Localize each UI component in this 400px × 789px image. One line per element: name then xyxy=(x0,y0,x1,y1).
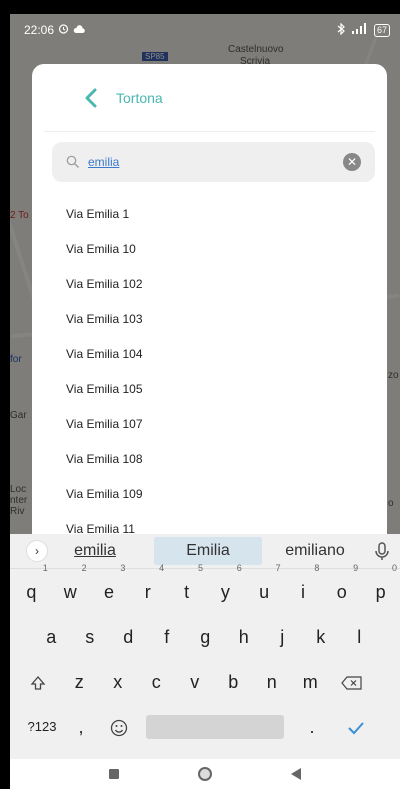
city-title: Tortona xyxy=(116,89,163,106)
key-number-hint: 6 xyxy=(236,562,242,573)
expand-toolbar-icon[interactable]: › xyxy=(26,540,48,562)
key-a[interactable]: a xyxy=(32,617,71,657)
key-label: q xyxy=(26,581,37,602)
key-q[interactable]: q1 xyxy=(12,563,51,612)
cloud-icon xyxy=(73,23,85,37)
comma-key[interactable]: , xyxy=(64,707,98,747)
keyboard-row-2: asdfghjkl xyxy=(10,614,400,659)
key-t[interactable]: t5 xyxy=(167,563,206,612)
key-s[interactable]: s xyxy=(71,617,110,657)
screen: SP85 Castelnuovo Scrivia 2 To for Gar Lo… xyxy=(10,14,400,789)
street-search-sheet: Tortona ✕ Via Emilia 1 Via Emilia 10 Via… xyxy=(32,64,387,534)
key-w[interactable]: w2 xyxy=(51,563,90,612)
keyboard-row-4: ?123 , . xyxy=(10,704,400,749)
key-l[interactable]: l xyxy=(340,617,379,657)
back-triangle-icon[interactable] xyxy=(290,768,301,780)
key-number-hint: 5 xyxy=(197,562,203,573)
home-icon[interactable] xyxy=(197,767,212,781)
key-label: p xyxy=(375,581,386,602)
key-c[interactable]: c xyxy=(137,662,176,702)
shift-key-icon[interactable] xyxy=(16,662,60,702)
search-input[interactable] xyxy=(88,155,343,169)
key-j[interactable]: j xyxy=(263,617,302,657)
system-nav-bar xyxy=(10,759,400,789)
key-k[interactable]: k xyxy=(302,617,341,657)
bluetooth-icon xyxy=(337,22,346,38)
key-number-hint: 7 xyxy=(275,562,281,573)
key-label: t xyxy=(184,581,190,602)
list-item[interactable]: Via Emilia 1 xyxy=(32,196,387,231)
key-label: w xyxy=(63,581,77,602)
key-r[interactable]: r4 xyxy=(128,563,167,612)
space-bar[interactable] xyxy=(146,714,284,739)
status-bar: 22:06 67 xyxy=(10,14,400,46)
list-item[interactable]: Via Emilia 108 xyxy=(32,441,387,476)
list-item[interactable]: Via Emilia 105 xyxy=(32,371,387,406)
list-item[interactable]: Via Emilia 107 xyxy=(32,406,387,441)
key-u[interactable]: u7 xyxy=(245,563,284,612)
key-m[interactable]: m xyxy=(291,662,330,702)
suggestion-3[interactable]: emiliano xyxy=(266,537,364,565)
signal-icon xyxy=(351,23,368,37)
keyboard-row-1: q1w2e3r4t5y6u7i8o9p0 xyxy=(10,563,400,614)
search-icon xyxy=(66,155,80,169)
results-list: Via Emilia 1 Via Emilia 10 Via Emilia 10… xyxy=(32,196,387,535)
key-h[interactable]: h xyxy=(225,617,264,657)
recent-apps-icon[interactable] xyxy=(109,769,120,779)
suggestion-strip: › emilia Emilia emiliano xyxy=(10,534,400,569)
list-item[interactable]: Via Emilia 104 xyxy=(32,336,387,371)
key-number-hint: 3 xyxy=(120,562,126,573)
key-label: u xyxy=(259,581,270,602)
key-n[interactable]: n xyxy=(253,662,292,702)
key-p[interactable]: p0 xyxy=(361,563,400,612)
back-chevron-icon[interactable] xyxy=(80,87,102,109)
backspace-key-icon[interactable] xyxy=(330,662,374,702)
suggestion-2[interactable]: Emilia xyxy=(154,537,262,565)
sheet-header: Tortona xyxy=(44,64,375,132)
list-item[interactable]: Via Emilia 10 xyxy=(32,231,387,266)
alarm-icon xyxy=(58,23,69,37)
search-bar[interactable]: ✕ xyxy=(52,142,375,182)
battery-indicator: 67 xyxy=(373,23,390,37)
key-e[interactable]: e3 xyxy=(90,563,129,612)
key-number-hint: 1 xyxy=(42,562,48,573)
soft-keyboard: › emilia Emilia emiliano q1w2e3r4t5y6u7i… xyxy=(10,534,400,759)
key-label: o xyxy=(336,581,347,602)
suggestion-1[interactable]: emilia xyxy=(48,537,142,565)
clear-search-icon[interactable]: ✕ xyxy=(343,153,361,171)
key-label: e xyxy=(103,581,114,602)
key-label: r xyxy=(144,581,151,602)
microphone-icon[interactable] xyxy=(372,541,392,561)
key-y[interactable]: y6 xyxy=(206,563,245,612)
key-x[interactable]: x xyxy=(99,662,138,702)
key-o[interactable]: o9 xyxy=(322,563,361,612)
status-time: 22:06 xyxy=(24,23,55,37)
key-label: y xyxy=(220,581,230,602)
period-key[interactable]: . xyxy=(290,707,334,747)
key-g[interactable]: g xyxy=(186,617,225,657)
keyboard-row-3: zxcvbnm xyxy=(10,659,400,704)
key-z[interactable]: z xyxy=(60,662,99,702)
key-number-hint: 2 xyxy=(81,562,87,573)
key-number-hint: 8 xyxy=(314,562,320,573)
list-item[interactable]: Via Emilia 11 xyxy=(32,511,387,535)
key-v[interactable]: v xyxy=(176,662,215,702)
list-item[interactable]: Via Emilia 103 xyxy=(32,301,387,336)
key-f[interactable]: f xyxy=(148,617,187,657)
key-number-hint: 0 xyxy=(391,562,397,573)
key-d[interactable]: d xyxy=(109,617,148,657)
symbols-key[interactable]: ?123 xyxy=(20,707,64,747)
key-number-hint: 9 xyxy=(353,562,359,573)
emoji-key-icon[interactable] xyxy=(98,707,140,747)
list-item[interactable]: Via Emilia 102 xyxy=(32,266,387,301)
list-item[interactable]: Via Emilia 109 xyxy=(32,476,387,511)
enter-check-icon[interactable] xyxy=(334,707,378,747)
key-number-hint: 4 xyxy=(159,562,165,573)
key-i[interactable]: i8 xyxy=(284,563,323,612)
key-label: i xyxy=(300,581,305,602)
key-b[interactable]: b xyxy=(214,662,253,702)
